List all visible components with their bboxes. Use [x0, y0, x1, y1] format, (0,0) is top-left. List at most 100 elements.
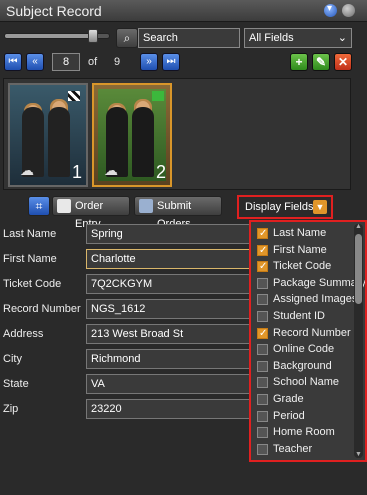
title-bar: Subject Record	[0, 0, 367, 22]
field-label: Record Number	[3, 303, 81, 315]
cloud-icon: ☁	[20, 162, 34, 178]
chevron-down-icon: ⌄	[337, 32, 347, 44]
checkbox[interactable]	[257, 344, 268, 356]
slider-thumb[interactable]	[88, 29, 99, 43]
order-entry-icon	[57, 199, 71, 213]
display-field-label: Period	[273, 409, 305, 422]
submit-orders-icon	[139, 199, 153, 213]
scroll-thumb[interactable]	[355, 234, 362, 304]
field-filter-select[interactable]: All Fields ⌄	[244, 28, 352, 48]
display-field-option[interactable]: Grade	[257, 392, 304, 408]
total-pages: 9	[114, 56, 121, 68]
display-field-label: First Name	[273, 243, 327, 256]
checkbox[interactable]	[257, 260, 268, 274]
checkbox[interactable]	[257, 443, 268, 455]
display-field-label: Assigned Images	[273, 293, 358, 306]
previous-page-icon[interactable]: «	[26, 53, 44, 71]
checkbox[interactable]	[257, 244, 268, 258]
checkbox[interactable]	[257, 360, 268, 372]
display-field-option[interactable]: Record Number	[257, 326, 351, 342]
display-field-label: Online Code	[273, 343, 335, 356]
pin-icon[interactable]	[324, 3, 337, 17]
display-field-label: Student ID	[273, 310, 325, 322]
field-label: Zip	[3, 403, 19, 415]
thumbnail-number: 1	[71, 162, 82, 182]
zoom-slider[interactable]	[4, 29, 110, 43]
field-label: Last Name	[3, 228, 57, 240]
field-input[interactable]: VA	[86, 374, 252, 394]
delete-icon[interactable]: ✕	[334, 53, 352, 71]
field-input[interactable]: NGS_1612	[86, 299, 252, 319]
field-input[interactable]: Spring	[86, 224, 252, 244]
submit-orders-button[interactable]: Submit Orders	[134, 196, 222, 230]
add-icon[interactable]: +	[290, 53, 308, 71]
person-body	[48, 107, 70, 177]
field-label: First Name	[3, 253, 57, 265]
close-icon[interactable]	[342, 4, 355, 17]
popup-scrollbar[interactable]: ▲ ▼	[354, 223, 363, 458]
checkbox[interactable]	[257, 277, 268, 289]
field-filter-value: All Fields	[249, 32, 294, 44]
thumbnail-2[interactable]: ☁ 2	[92, 83, 172, 187]
field-input[interactable]: Charlotte	[86, 249, 252, 269]
person-body	[132, 107, 154, 177]
display-field-option[interactable]: Assigned Images	[257, 292, 357, 308]
page-number-input[interactable]: 8	[52, 53, 80, 71]
slider-fill	[5, 34, 94, 38]
first-page-icon[interactable]: ⏮	[4, 53, 22, 71]
binoculars-icon[interactable]: ⌕	[116, 28, 138, 48]
green-flag-icon	[152, 91, 164, 101]
display-field-label: Ticket Code	[273, 260, 332, 273]
next-page-icon[interactable]: »	[140, 53, 158, 71]
field-label: City	[3, 353, 22, 365]
checkbox[interactable]	[257, 327, 268, 341]
display-field-option[interactable]: School Name	[257, 375, 339, 391]
display-field-option[interactable]: Home Room	[257, 425, 335, 441]
thumbnail-number: 2	[155, 162, 166, 182]
search-input[interactable]: Search	[138, 28, 240, 48]
scroll-down-icon[interactable]: ▼	[354, 451, 363, 458]
display-field-option[interactable]: Teacher	[257, 442, 312, 458]
display-field-option[interactable]: Period	[257, 409, 305, 425]
field-input[interactable]: 7Q2CKGYM	[86, 274, 252, 294]
display-fields-control[interactable]: Display Fields: ▼	[237, 195, 333, 219]
edit-icon[interactable]: ✎	[312, 53, 330, 71]
checkbox[interactable]	[257, 427, 268, 439]
field-label: Address	[3, 328, 44, 340]
checkbox[interactable]	[257, 394, 268, 405]
display-field-option[interactable]: Online Code	[257, 342, 334, 358]
cloud-icon: ☁	[104, 162, 118, 178]
last-page-icon[interactable]: ⏭	[162, 53, 180, 71]
display-field-label: Record Number	[273, 326, 351, 339]
display-field-option[interactable]: Ticket Code	[257, 259, 331, 275]
order-entry-button[interactable]: Order Entry	[52, 196, 130, 230]
field-input[interactable]: 213 West Broad St	[86, 324, 252, 344]
scroll-up-icon[interactable]: ▲	[354, 223, 363, 230]
chevron-down-icon[interactable]: ▼	[313, 200, 327, 214]
display-field-label: Teacher	[273, 442, 313, 455]
checkbox[interactable]	[257, 294, 268, 306]
display-field-option[interactable]: Background	[257, 359, 332, 375]
field-label: Ticket Code	[3, 278, 62, 290]
checkbox[interactable]	[257, 311, 268, 322]
display-field-option[interactable]: Package Summary	[257, 276, 365, 292]
display-field-label: Home Room	[273, 426, 335, 439]
display-fields-popup: Last Name First Name Ticket Code Package Su…	[249, 220, 367, 462]
display-field-option[interactable]: First Name	[257, 243, 327, 259]
display-fields-label: Display Fields:	[245, 201, 317, 213]
checkbox[interactable]	[257, 377, 268, 389]
display-field-label: Last Name	[273, 227, 327, 239]
checkered-flag-icon	[68, 91, 80, 101]
display-field-option[interactable]: Student ID	[257, 309, 325, 325]
thumbnail-1[interactable]: ☁ 1	[8, 83, 88, 187]
display-field-label: Grade	[273, 393, 304, 405]
display-field-option[interactable]: Last Name	[257, 226, 326, 242]
checkbox[interactable]	[257, 227, 268, 241]
display-field-label: School Name	[273, 376, 340, 389]
crop-icon[interactable]: ⌗	[28, 196, 50, 216]
field-label: State	[3, 378, 29, 390]
field-input[interactable]: Richmond	[86, 349, 252, 369]
image-gallery: ☁ 1 ☁ 2	[3, 78, 351, 190]
checkbox[interactable]	[257, 410, 268, 422]
field-input[interactable]: 23220	[86, 399, 252, 419]
